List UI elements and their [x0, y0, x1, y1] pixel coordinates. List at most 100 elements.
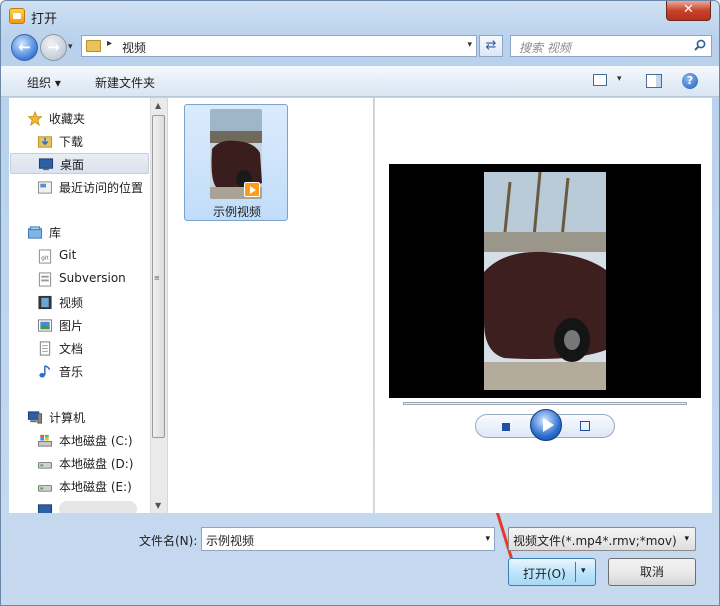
video-frame-image: [484, 172, 606, 390]
scroll-down-arrow[interactable]: ▼: [155, 501, 161, 510]
sidebar-item-subversion[interactable]: Subversion: [37, 269, 147, 290]
hard-drive-icon: [37, 485, 53, 492]
sidebar-item-pictures[interactable]: 图片: [37, 315, 147, 336]
video-library-icon: [38, 295, 52, 310]
sidebar-libraries[interactable]: 库: [27, 222, 147, 243]
refresh-button[interactable]: ⇄: [479, 35, 503, 57]
recent-places-icon: [37, 181, 53, 194]
filename-value[interactable]: 示例视频: [206, 532, 254, 549]
sidebar-item-drive-d[interactable]: 本地磁盘 (D:): [37, 453, 147, 474]
breadcrumb-videos[interactable]: 视频: [122, 39, 146, 56]
app-icon: [9, 8, 25, 24]
redacted-label: [59, 501, 137, 513]
filename-field[interactable]: 示例视频 ▾: [201, 527, 495, 551]
sidebar-label: 库: [49, 226, 62, 240]
folder-icon: [86, 40, 101, 52]
sidebar-label: 桌面: [60, 158, 85, 172]
sidebar-label: 下载: [59, 135, 84, 149]
sidebar-item-downloads[interactable]: 下载: [37, 131, 147, 152]
preview-pane-icon[interactable]: [646, 74, 662, 88]
split-divider: [575, 562, 576, 582]
sidebar-item-recent-places[interactable]: 最近访问的位置: [37, 177, 150, 198]
file-name: 示例视频: [212, 205, 261, 219]
play-icon[interactable]: [530, 409, 562, 441]
sidebar-label: 文档: [59, 342, 84, 356]
scroll-up-arrow[interactable]: ▲: [155, 101, 161, 110]
filename-label: 文件名(N):: [139, 534, 198, 548]
seek-bar[interactable]: [403, 402, 687, 405]
recent-pages-dropdown[interactable]: ▾: [68, 42, 73, 52]
computer-icon: [27, 411, 43, 424]
toolbar: 组织 ▾ 新建文件夹 ▾ ?: [1, 65, 719, 97]
breadcrumb-separator[interactable]: ▸: [107, 38, 112, 49]
navigation-pane: 收藏夹 下载 桌面 最近访问的位置 库 git Git Subversion 视…: [9, 98, 150, 513]
play-badge-icon: [244, 182, 260, 197]
svg-text:git: git: [41, 255, 49, 261]
expand-icon[interactable]: [580, 421, 590, 431]
sidebar-item-drive-c[interactable]: 本地磁盘 (C:): [37, 430, 147, 451]
documents-library-icon: [39, 341, 51, 356]
sidebar-label: 本地磁盘 (D:): [59, 457, 134, 471]
download-folder-icon: [37, 136, 53, 148]
git-library-icon: git: [38, 249, 52, 264]
search-icon[interactable]: [694, 39, 706, 51]
view-dropdown[interactable]: ▾: [617, 74, 622, 84]
filetype-value: 视频文件(*.mp4*.rmv;*mov): [513, 534, 677, 548]
new-folder-button[interactable]: 新建文件夹: [95, 74, 155, 91]
video-preview[interactable]: [389, 164, 701, 398]
sidebar-label: 图片: [59, 319, 84, 333]
navigation-scrollbar[interactable]: ▲ ≡ ▼: [150, 98, 167, 513]
network-drive-icon: [37, 504, 53, 513]
title-bar[interactable]: 打开 ✕: [1, 1, 719, 31]
sidebar-computer[interactable]: 计算机: [27, 407, 147, 428]
subversion-library-icon: [38, 272, 52, 287]
sidebar-item-videos[interactable]: 视频: [37, 292, 147, 313]
filetype-select[interactable]: 视频文件(*.mp4*.rmv;*mov) ▾: [508, 527, 696, 551]
open-button[interactable]: 打开(O) ▾: [508, 558, 596, 586]
system-drive-icon: [37, 434, 53, 447]
pictures-library-icon: [37, 319, 53, 332]
library-icon: [27, 226, 43, 239]
forward-button[interactable]: →: [40, 34, 67, 61]
music-note-icon: [39, 365, 51, 378]
window-title: 打开: [31, 12, 58, 27]
search-input[interactable]: 搜索 视频: [510, 35, 712, 57]
open-button-label: 打开(O): [523, 567, 566, 581]
sidebar-label: Subversion: [59, 271, 126, 285]
organize-button[interactable]: 组织 ▾: [27, 74, 61, 91]
sidebar-label: 本地磁盘 (E:): [59, 480, 132, 494]
filename-dropdown[interactable]: ▾: [485, 534, 490, 544]
sidebar-label: 本地磁盘 (C:): [59, 434, 133, 448]
cancel-button[interactable]: 取消: [608, 558, 696, 586]
preview-pane: [374, 98, 712, 513]
address-bar[interactable]: ▸ 视频 ▾: [81, 35, 477, 57]
sidebar-item-git[interactable]: git Git: [37, 246, 147, 267]
back-button[interactable]: ←: [11, 34, 38, 61]
search-placeholder: 搜索 视频: [519, 41, 571, 55]
star-icon: [27, 111, 43, 126]
sidebar-label: 音乐: [59, 365, 84, 379]
file-item-video[interactable]: 示例视频: [184, 104, 288, 221]
filetype-dropdown[interactable]: ▾: [684, 534, 689, 544]
sidebar-label: 计算机: [49, 411, 86, 425]
sidebar-favorites[interactable]: 收藏夹: [27, 108, 147, 129]
close-button[interactable]: ✕: [666, 1, 711, 21]
sidebar-item-music[interactable]: 音乐: [37, 361, 147, 382]
help-icon[interactable]: ?: [682, 73, 698, 89]
file-list[interactable]: 示例视频: [167, 98, 514, 561]
address-dropdown[interactable]: ▾: [467, 40, 472, 50]
stop-icon[interactable]: [502, 423, 510, 431]
media-controls: [475, 409, 615, 441]
hard-drive-icon: [37, 462, 53, 469]
view-icon[interactable]: [593, 74, 607, 86]
open-dropdown[interactable]: ▾: [581, 566, 586, 576]
desktop-icon: [38, 158, 54, 171]
sidebar-item-drive-e[interactable]: 本地磁盘 (E:): [37, 476, 147, 497]
sidebar-label: 收藏夹: [49, 112, 86, 126]
scroll-grip: ≡: [154, 274, 160, 282]
sidebar-item-desktop[interactable]: 桌面: [10, 153, 149, 174]
sidebar-item-documents[interactable]: 文档: [37, 338, 147, 359]
sidebar-item-redacted[interactable]: [37, 499, 147, 513]
open-dialog: 打开 ✕ ← → ▾ ▸ 视频 ▾ ⇄ 搜索 视频 组织 ▾ 新建文件夹 ▾ ?…: [0, 0, 720, 606]
sidebar-label: 最近访问的位置: [59, 181, 144, 195]
